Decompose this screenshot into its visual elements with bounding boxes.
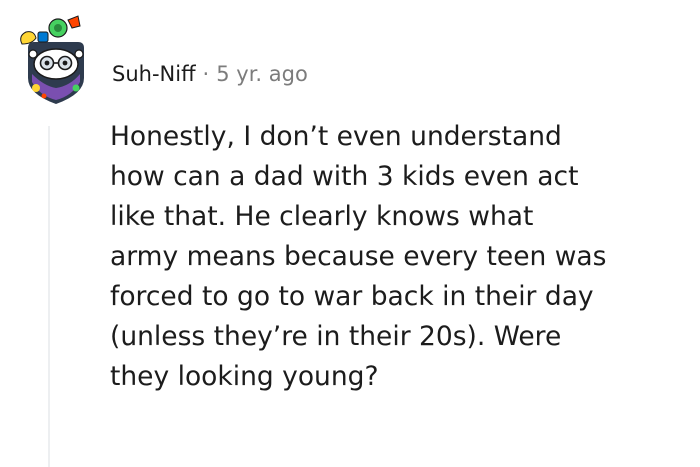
comment-body-line: they looking young? [110, 361, 379, 392]
thread-line[interactable] [48, 126, 50, 467]
comment: Suh-Niff · 5 yr. ago Honestly, I don’t e… [0, 0, 700, 467]
author-username[interactable]: Suh-Niff [112, 62, 196, 86]
comment-body-line: like that. He clearly knows what [110, 201, 534, 232]
comment-body-line: army means because every teen was [110, 241, 607, 272]
avatar-image [20, 15, 84, 104]
comment-body-line: Honestly, I don’t even understand [110, 121, 562, 152]
comment-body: Honestly, I don’t even understand how ca… [110, 117, 698, 397]
comment-body-line: how can a dad with 3 kids even act [110, 161, 579, 192]
meta-separator: · [202, 62, 210, 86]
comment-meta: Suh-Niff · 5 yr. ago [112, 56, 308, 92]
comment-body-line: (unless they’re in their 20s). Were [110, 321, 562, 352]
snoo-avatar-icon[interactable] [14, 14, 100, 106]
comment-timestamp[interactable]: 5 yr. ago [216, 62, 308, 86]
comment-body-line: forced to go to war back in their day [110, 281, 594, 312]
